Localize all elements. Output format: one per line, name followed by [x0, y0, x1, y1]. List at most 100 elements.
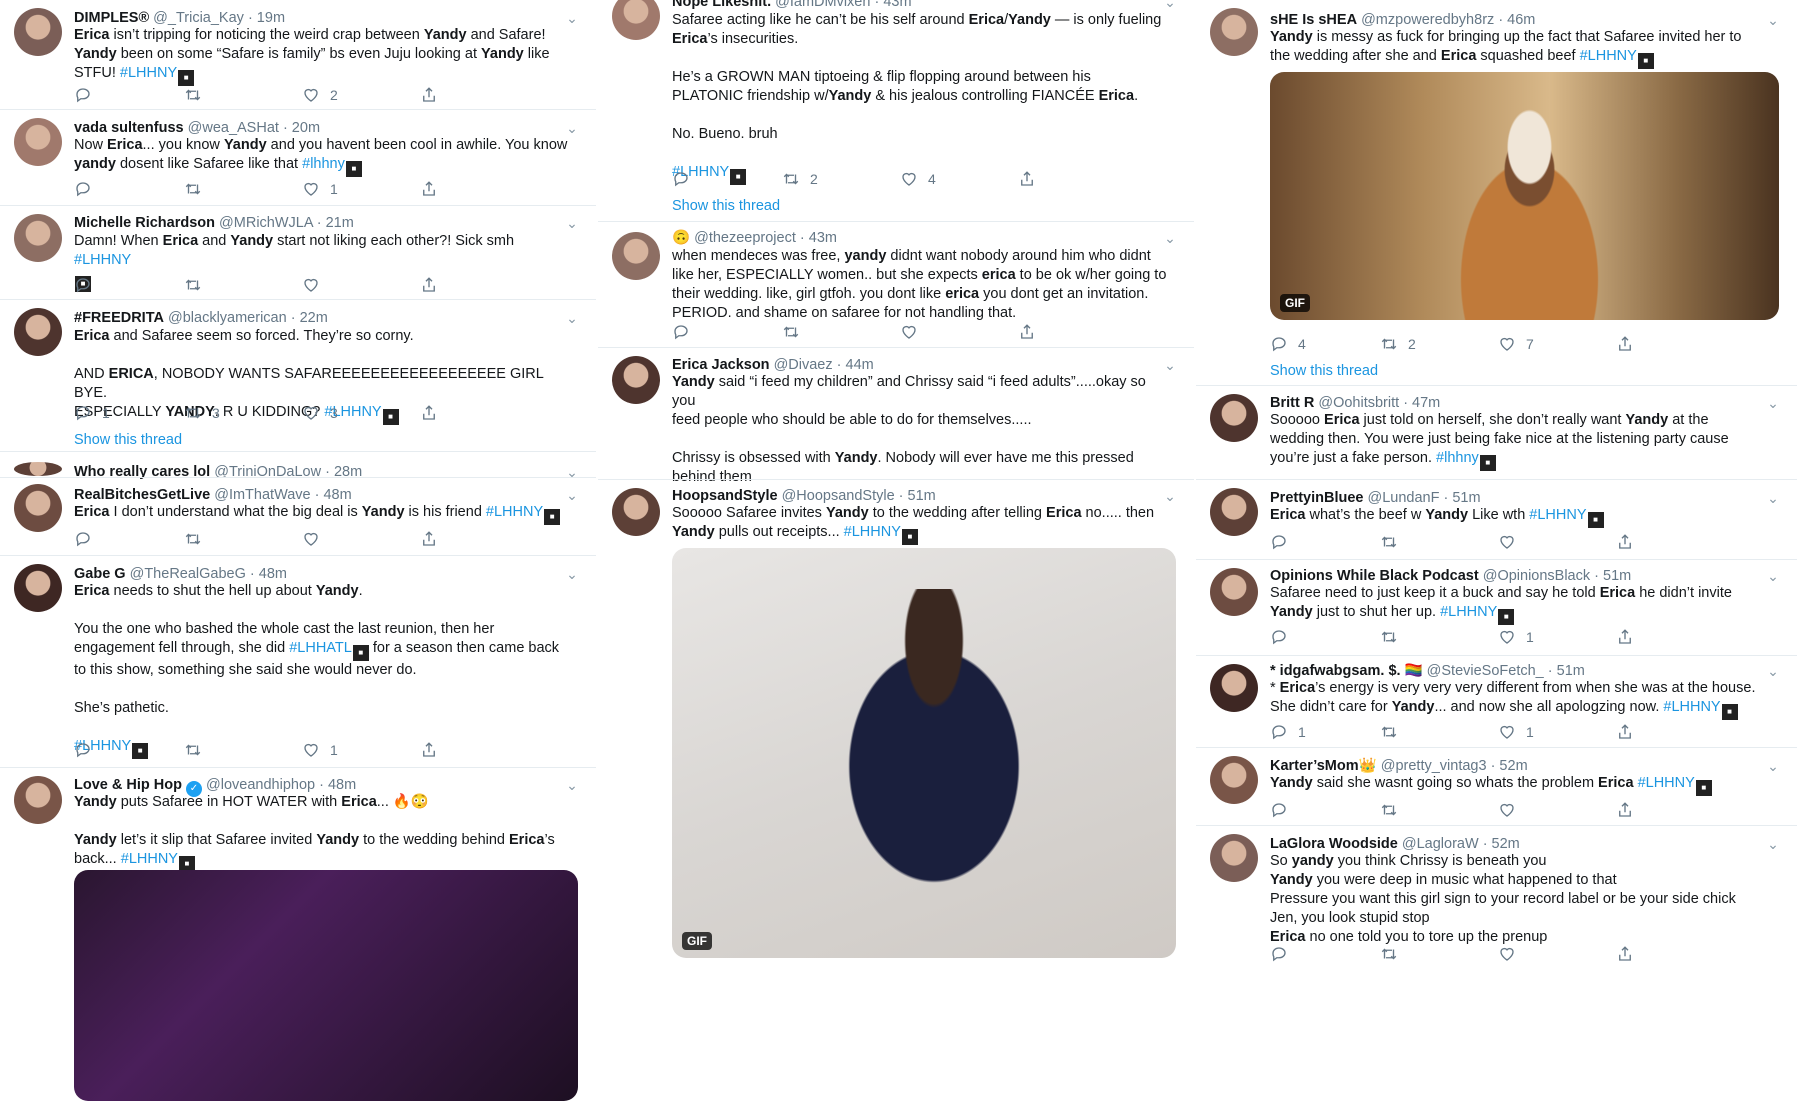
timestamp[interactable]: · 51m [1444, 490, 1481, 506]
like-button[interactable]: 1 [1498, 721, 1534, 743]
tweet-media[interactable]: GIF [1270, 72, 1779, 320]
chevron-down-icon[interactable]: ⌄ [1763, 488, 1783, 508]
avatar[interactable] [612, 488, 660, 536]
avatar[interactable] [14, 214, 62, 262]
share-button[interactable] [420, 402, 438, 424]
retweet-button[interactable] [184, 84, 212, 106]
author-name[interactable]: 🙃 [672, 230, 690, 246]
chevron-down-icon[interactable]: ⌄ [1763, 756, 1783, 776]
like-button[interactable]: 7 [1498, 333, 1534, 355]
show-thread-link[interactable]: Show this thread [1270, 363, 1378, 379]
timestamp[interactable]: · 43m [800, 230, 837, 246]
timestamp[interactable]: · 48m [250, 566, 287, 582]
reply-button[interactable]: 1 [1270, 721, 1306, 743]
reply-button[interactable] [1270, 943, 1298, 965]
share-button[interactable] [1616, 799, 1634, 821]
chevron-down-icon[interactable]: ⌄ [1763, 566, 1783, 586]
chevron-down-icon[interactable]: ⌄ [1763, 834, 1783, 854]
avatar[interactable] [14, 308, 62, 356]
retweet-button[interactable] [1380, 626, 1408, 648]
author-name[interactable]: Britt R [1270, 395, 1314, 411]
chevron-down-icon[interactable]: ⌄ [562, 213, 582, 233]
reply-button[interactable] [1270, 531, 1298, 553]
author-name[interactable]: sHE Is sHEA [1270, 12, 1357, 28]
reply-button[interactable] [74, 178, 102, 200]
retweet-button[interactable]: 2 [782, 168, 818, 190]
author-handle[interactable]: @TheRealGabeG [130, 566, 246, 582]
share-button[interactable] [1616, 721, 1634, 743]
share-button[interactable] [1616, 531, 1634, 553]
timestamp[interactable]: · 48m [315, 487, 352, 503]
hashtag-link[interactable]: #LHHNY [1638, 775, 1695, 791]
retweet-button[interactable] [184, 528, 212, 550]
hashtag-link[interactable]: #LHHATL [289, 640, 352, 656]
timestamp[interactable]: · 51m [1594, 568, 1631, 584]
like-button[interactable]: 3 [302, 402, 338, 424]
chevron-down-icon[interactable]: ⌄ [562, 8, 582, 28]
like-button[interactable] [900, 321, 928, 343]
author-handle[interactable]: @ImThatWave [214, 487, 310, 503]
share-button[interactable] [420, 274, 438, 296]
retweet-button[interactable]: 2 [1380, 333, 1416, 355]
hashtag-link[interactable]: #LHHNY [121, 851, 178, 867]
author-name[interactable]: * idgafwabgsam. $. 🏳️‍🌈 [1270, 663, 1423, 679]
author-handle[interactable]: @Divaez [774, 357, 833, 373]
share-button[interactable] [420, 178, 438, 200]
timestamp[interactable]: · 46m [1498, 12, 1535, 28]
share-button[interactable] [420, 84, 438, 106]
like-button[interactable]: 1 [302, 178, 338, 200]
author-handle[interactable]: @thezeeproject [694, 230, 796, 246]
like-button[interactable] [302, 528, 330, 550]
avatar[interactable] [1210, 8, 1258, 56]
author-name[interactable]: Erica Jackson [672, 357, 770, 373]
share-button[interactable] [1018, 321, 1036, 343]
reply-button[interactable] [672, 168, 700, 190]
reply-button[interactable] [1270, 626, 1298, 648]
author-handle[interactable]: @loveandhiphop [206, 777, 315, 793]
author-handle[interactable]: @IamDMvixen [775, 0, 870, 10]
like-button[interactable] [1498, 799, 1526, 821]
hashtag-link[interactable]: #LHHNY [120, 65, 177, 81]
chevron-down-icon[interactable]: ⌄ [1763, 393, 1783, 413]
like-button[interactable]: 2 [302, 84, 338, 106]
chevron-down-icon[interactable]: ⌄ [562, 485, 582, 505]
hashtag-link[interactable]: #LHHNY [1529, 507, 1586, 523]
chevron-down-icon[interactable]: ⌄ [1160, 486, 1180, 506]
avatar[interactable] [14, 462, 62, 476]
like-button[interactable]: 1 [302, 739, 338, 761]
author-name[interactable]: Nope Likeshit. [672, 0, 771, 10]
avatar[interactable] [1210, 394, 1258, 442]
chevron-down-icon[interactable]: ⌄ [562, 462, 582, 482]
author-handle[interactable]: @Oohitsbritt [1318, 395, 1399, 411]
retweet-button[interactable] [782, 321, 810, 343]
author-handle[interactable]: @StevieSoFetch_ [1427, 663, 1544, 679]
timestamp[interactable]: · 52m [1491, 758, 1528, 774]
reply-button[interactable] [1270, 799, 1298, 821]
avatar[interactable] [1210, 568, 1258, 616]
author-name[interactable]: RealBitchesGetLive [74, 487, 210, 503]
author-handle[interactable]: @pretty_vintag3 [1381, 758, 1487, 774]
author-handle[interactable]: @HoopsandStyle [782, 488, 895, 504]
hashtag-link[interactable]: #LHHNY [1580, 48, 1637, 64]
like-button[interactable] [1498, 943, 1526, 965]
author-name[interactable]: Michelle Richardson [74, 215, 215, 231]
tweet-media[interactable] [74, 870, 578, 1101]
retweet-button[interactable] [184, 178, 212, 200]
chevron-down-icon[interactable]: ⌄ [1160, 355, 1180, 375]
chevron-down-icon[interactable]: ⌄ [562, 564, 582, 584]
tweet-media[interactable]: GIF [672, 548, 1176, 958]
reply-button[interactable] [74, 274, 102, 296]
hashtag-link[interactable]: #lhhny [1436, 450, 1479, 466]
chevron-down-icon[interactable]: ⌄ [562, 308, 582, 328]
author-handle[interactable]: @OpinionsBlack [1483, 568, 1590, 584]
reply-button[interactable]: 4 [1270, 333, 1306, 355]
chevron-down-icon[interactable]: ⌄ [562, 775, 582, 795]
timestamp[interactable]: · 52m [1483, 836, 1520, 852]
avatar[interactable] [1210, 488, 1258, 536]
avatar[interactable] [14, 564, 62, 612]
retweet-button[interactable] [1380, 943, 1408, 965]
author-name[interactable]: DIMPLES® [74, 10, 149, 26]
hashtag-link[interactable]: #LHHNY [844, 524, 901, 540]
author-name[interactable]: Gabe G [74, 566, 126, 582]
timestamp[interactable]: · 22m [291, 310, 328, 326]
